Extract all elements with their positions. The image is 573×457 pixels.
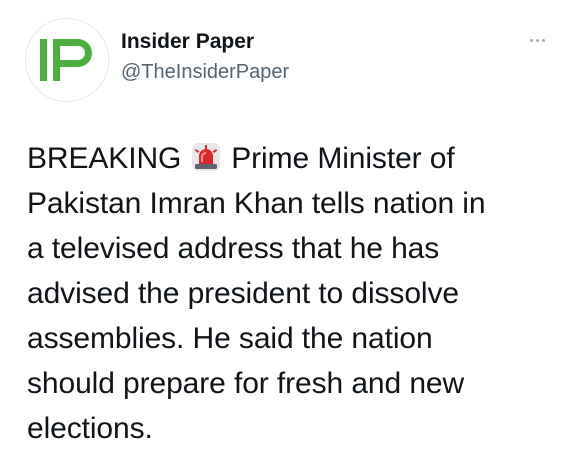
tweet-line-6: should prepare for fresh and new	[27, 367, 465, 400]
police-siren-icon	[191, 140, 221, 171]
tweet-line-3: a televised address that he has	[27, 232, 440, 265]
tweet-line-4: advised the president to dissolve	[27, 277, 459, 310]
more-horizontal-icon-dot	[535, 38, 539, 42]
author-avatar[interactable]	[25, 18, 109, 102]
tweet-card: Insider Paper @TheInsiderPaper BREAKING …	[0, 0, 573, 457]
tweet-line-7: elections.	[27, 412, 153, 445]
tweet-line-1: BREAKING Prime Minister of	[27, 136, 557, 181]
author-display-name[interactable]: Insider Paper	[121, 30, 254, 54]
tweet-line-2: Pakistan Imran Khan tells nation in	[27, 187, 486, 220]
author-handle[interactable]: @TheInsiderPaper	[121, 60, 289, 84]
breaking-label: BREAKING	[27, 142, 182, 175]
more-horizontal-icon-dot	[541, 38, 545, 42]
tweet-line-5: assemblies. He said the nation	[27, 322, 433, 355]
tweet-line-1-rest: Prime Minister of	[231, 142, 455, 175]
insider-paper-logo	[26, 19, 108, 101]
more-horizontal-icon	[529, 38, 533, 42]
tweet-text: BREAKING Prime Minister of Pakistan Imra…	[27, 136, 557, 451]
more-options-button[interactable]	[522, 30, 552, 50]
